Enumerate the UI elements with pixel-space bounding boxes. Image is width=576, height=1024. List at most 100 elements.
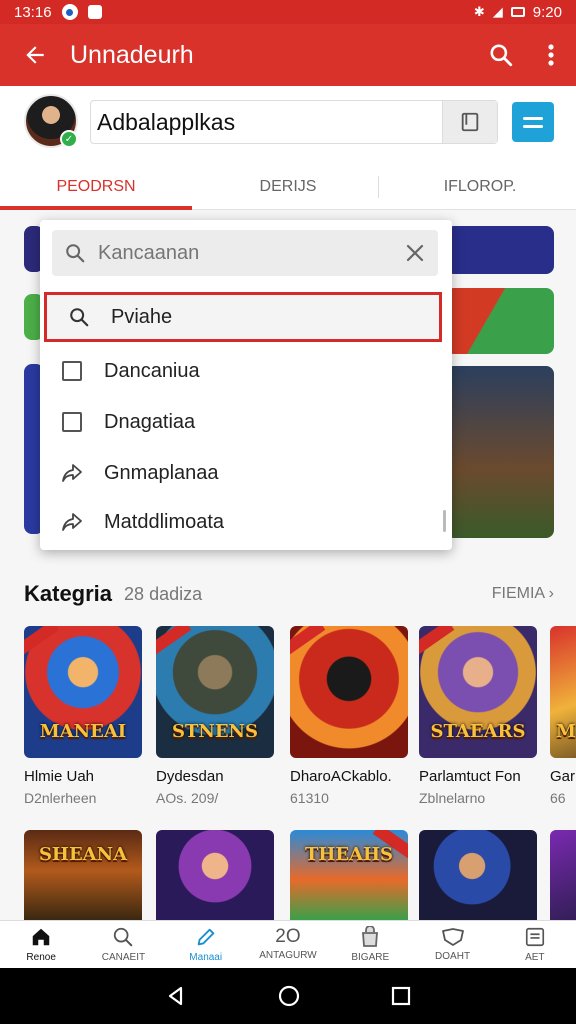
nav-more[interactable]: AET — [494, 921, 576, 968]
tab-derijs[interactable]: DERIJS — [192, 164, 384, 209]
nav-label: AET — [525, 952, 545, 963]
clear-button[interactable] — [392, 243, 438, 263]
profile-name[interactable]: Adbalapplkas — [91, 109, 442, 136]
profile-name-field[interactable]: Adbalapplkas — [90, 100, 498, 144]
game-cover: MANEAI — [24, 626, 142, 758]
checkbox[interactable] — [62, 361, 82, 381]
more-vertical-icon — [548, 44, 554, 66]
profile-row: ✓ Adbalapplkas — [0, 86, 576, 164]
search-dropdown: Pviahe Dancaniua Dnagatiaa Gnmaplanaa Ma… — [40, 220, 452, 550]
nav-search[interactable]: CANAEIT — [82, 921, 164, 968]
game-card[interactable]: DharoACkablo. 61310 — [290, 626, 408, 806]
tab-divider — [378, 176, 379, 198]
nav-library[interactable]: BIGARE — [329, 921, 411, 968]
game-title: DharoACkablo. — [290, 768, 392, 785]
chat-icon — [441, 928, 464, 946]
status-bar: 13:16 ✱ ◢ 9:20 — [0, 0, 576, 24]
search-icon — [47, 306, 111, 328]
cover-title: MANEAI — [39, 721, 127, 742]
scrollbar[interactable] — [443, 510, 446, 532]
game-card[interactable]: STAEARS Parlamtuct Fon Zblnelarno — [419, 626, 537, 806]
game-cover: STAEARS — [419, 626, 537, 758]
nav-home[interactable]: Renoe — [0, 921, 82, 968]
game-cover — [290, 626, 408, 758]
status-clock: 9:20 — [532, 3, 562, 21]
game-card[interactable]: MANEAI Hlmie Uah D2nlerheen — [24, 626, 142, 806]
featured-card[interactable] — [446, 288, 554, 354]
chevron-right-icon: › — [548, 585, 554, 602]
tab-peodrsn[interactable]: PEODRSN — [0, 164, 192, 210]
share-icon — [40, 462, 104, 484]
search-icon — [490, 44, 513, 67]
suggestion-item[interactable]: Gnmaplanaa — [40, 448, 452, 498]
game-cover — [550, 830, 576, 920]
search-icon — [114, 927, 133, 947]
page-title: Unnadeurh — [70, 40, 194, 69]
see-more-link[interactable]: FIEMIA › — [492, 585, 554, 603]
cover-title: STNENS — [171, 721, 259, 742]
tab-iflorop[interactable]: IFLOROP. — [384, 164, 576, 209]
search-input[interactable] — [98, 241, 392, 265]
game-card[interactable] — [419, 830, 537, 920]
back-button[interactable] — [0, 24, 70, 86]
system-nav-bar — [0, 968, 576, 1024]
nav-chat[interactable]: DOAHT — [411, 921, 493, 968]
cover-title: THEAHS — [304, 844, 394, 865]
game-card[interactable] — [156, 830, 274, 920]
suggestion-item[interactable]: Dancaniua — [40, 346, 452, 396]
overflow-menu-button[interactable] — [526, 24, 576, 86]
game-card[interactable]: STNENS Dydesdan AOs. 209/ — [156, 626, 274, 806]
game-cover — [419, 830, 537, 920]
bluetooth-icon: ✱ — [473, 4, 485, 19]
suggestion-label: Dancaniua — [104, 359, 200, 382]
suggestion-label: Matddlimoata — [104, 510, 225, 533]
bottom-nav: Renoe CANAEIT Manaai 2Ο ANTAGURW BIGARE … — [0, 920, 576, 968]
game-title: Dydesdan — [156, 768, 224, 785]
checkbox[interactable] — [62, 412, 82, 432]
nav-activity[interactable]: 2Ο ANTAGURW — [247, 921, 329, 968]
tab-bar: PEODRSN DERIJS IFLOROP. — [0, 164, 576, 210]
see-more-label: FIEMIA — [491, 585, 545, 602]
list-menu-button[interactable] — [512, 102, 554, 142]
suggestion-item[interactable]: Pviahe — [44, 292, 442, 342]
pencil-icon — [197, 928, 214, 946]
signal-icon: ◢ — [492, 4, 503, 19]
game-subtitle: AOs. 209/ — [156, 790, 219, 806]
game-card[interactable]: M Gar 66 — [550, 626, 576, 806]
nav-label: Renoe — [26, 952, 56, 963]
nav-label: BIGARE — [351, 952, 390, 963]
back-triangle-icon[interactable] — [165, 985, 187, 1007]
game-title: Hlmie Uah — [24, 768, 95, 785]
nav-label: ANTAGURW — [259, 950, 317, 961]
search-bar — [52, 230, 438, 276]
game-subtitle: D2nlerheen — [24, 790, 97, 806]
game-card[interactable]: THEAHS — [290, 830, 408, 920]
home-circle-icon[interactable] — [277, 984, 301, 1008]
cover-title: SHEANA — [38, 844, 128, 865]
game-subtitle: Zblnelarno — [419, 790, 486, 806]
game-subtitle: 66 — [550, 790, 566, 806]
suggestion-item[interactable]: Matddlimoata — [40, 497, 452, 547]
verified-badge-icon: ✓ — [60, 130, 78, 148]
game-cover: THEAHS — [290, 830, 408, 920]
activity-icon: 2Ο — [275, 926, 301, 947]
game-cover: M — [550, 626, 576, 758]
cover-title: M — [556, 721, 576, 742]
nav-edit[interactable]: Manaai — [165, 921, 247, 968]
featured-card[interactable] — [446, 366, 554, 538]
bookmark-button[interactable] — [442, 101, 497, 143]
featured-card[interactable] — [446, 226, 554, 274]
suggestion-item[interactable]: Dnagatiaa — [40, 397, 452, 447]
recents-square-icon[interactable] — [391, 986, 411, 1006]
search-button[interactable] — [476, 24, 526, 86]
app-notification-icon — [87, 5, 102, 19]
nav-label: DOAHT — [435, 951, 471, 962]
nav-label: Manaai — [189, 952, 223, 963]
share-icon — [40, 511, 104, 533]
game-card[interactable] — [550, 830, 576, 920]
book-icon — [461, 112, 479, 132]
home-icon — [32, 928, 50, 946]
game-card[interactable]: SHEANA — [24, 830, 142, 920]
search-icon — [52, 242, 98, 264]
section-count: 28 dadiza — [124, 583, 203, 604]
